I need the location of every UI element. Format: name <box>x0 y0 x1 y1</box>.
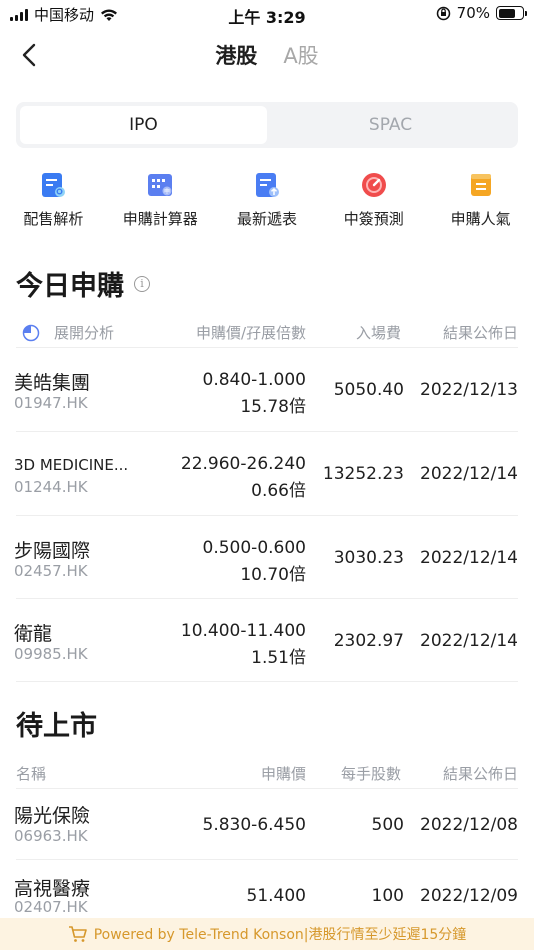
today-row[interactable]: 衛龍 09985.HK 10.400-11.400 1.51倍 2302.97 … <box>0 599 534 682</box>
entry-fee: 13252.23 <box>322 464 404 484</box>
calculator-icon: 申 <box>145 170 175 200</box>
stock-name: 步陽國際 <box>14 540 91 562</box>
result-date: 2022/12/14 <box>420 548 518 568</box>
battery-icon <box>496 6 527 20</box>
nav-bar: 港股 A股 <box>0 32 534 78</box>
lot-size: 100 <box>371 886 404 906</box>
subscription-price: 22.960-26.240 <box>180 454 306 474</box>
segment-spac[interactable]: SPAC <box>267 106 514 144</box>
tool-label: 申購人氣 <box>450 210 511 228</box>
svg-text:申: 申 <box>164 188 170 196</box>
stock-code: 01947.HK <box>14 394 88 412</box>
margin-multiple: 1.51倍 <box>251 648 306 668</box>
rotation-lock-icon <box>436 6 450 20</box>
tool-placement-analysis[interactable]: 配售解析 <box>0 170 107 234</box>
expand-analysis-toggle[interactable]: 展開分析 <box>22 322 114 343</box>
doc-upload-icon <box>252 170 282 200</box>
header-price: 申購價 <box>260 765 306 783</box>
stock-name: 美皓集團 <box>14 372 91 394</box>
tools-row: 配售解析 申 申購計算器 最新遞表 中簽預測 申購人氣 <box>0 170 534 234</box>
subscription-price: 5.830-6.450 <box>202 815 306 835</box>
subscription-price: 51.400 <box>246 886 306 906</box>
stock-code: 01244.HK <box>14 478 88 496</box>
tool-label: 申購計算器 <box>122 210 198 228</box>
header-analysis: 展開分析 <box>54 324 115 342</box>
header-lot-size: 每手股數 <box>340 765 401 783</box>
entry-fee: 3030.23 <box>333 548 404 568</box>
stock-name: 高視醫療 <box>14 878 91 900</box>
upcoming-table-header: 名稱 申購價 每手股數 結果公佈日 <box>0 757 534 787</box>
stock-name: 衛龍 <box>14 623 53 645</box>
stock-code: 02407.HK <box>14 898 88 916</box>
info-icon[interactable]: i <box>134 275 150 292</box>
margin-multiple: 0.66倍 <box>251 481 306 501</box>
popularity-icon <box>466 170 496 200</box>
section-title-text: 待上市 <box>16 711 97 742</box>
result-date: 2022/12/09 <box>420 886 518 906</box>
footer-text: Powered by Tele-Trend Konson|港股行情至少延遲15分… <box>93 927 467 943</box>
today-table-header: 展開分析 申購價/孖展倍數 入場費 結果公佈日 <box>0 316 534 346</box>
result-date: 2022/12/08 <box>420 815 518 835</box>
tool-allotment-prediction[interactable]: 中簽預測 <box>320 170 427 234</box>
result-date: 2022/12/13 <box>420 380 518 400</box>
doc-search-icon <box>38 170 68 200</box>
tab-hk-stocks[interactable]: 港股 <box>215 40 257 70</box>
today-row[interactable]: 步陽國際 02457.HK 0.500-0.600 10.70倍 3030.23… <box>0 516 534 599</box>
header-result-date: 結果公佈日 <box>442 765 518 783</box>
today-row[interactable]: 美皓集團 01947.HK 0.840-1.000 15.78倍 5050.40… <box>0 348 534 431</box>
tool-latest-filings[interactable]: 最新遞表 <box>214 170 321 234</box>
header-fee: 入場費 <box>355 324 401 342</box>
upcoming-row[interactable]: 高視醫療 02407.HK 51.400 100 2022/12/09 <box>0 860 534 918</box>
header-result-date: 結果公佈日 <box>442 324 518 342</box>
data-provider-footer: Powered by Tele-Trend Konson|港股行情至少延遲15分… <box>0 918 534 950</box>
stock-code: 06963.HK <box>14 827 88 845</box>
subscription-price: 0.500-0.600 <box>202 538 306 558</box>
tool-subscription-popularity[interactable]: 申購人氣 <box>427 170 534 234</box>
tool-label: 中簽預測 <box>343 210 404 228</box>
status-bar: 中国移动 上午 3:29 70% <box>0 0 534 28</box>
subscription-price: 0.840-1.000 <box>202 370 306 390</box>
stock-name: 3D MEDICINE... <box>14 456 129 474</box>
tool-subscription-calculator[interactable]: 申 申購計算器 <box>107 170 214 234</box>
section-title-text: 今日申購 <box>16 271 124 302</box>
entry-fee: 2302.97 <box>333 631 404 651</box>
tool-label: 最新遞表 <box>236 210 297 228</box>
tab-a-shares[interactable]: A股 <box>283 40 318 70</box>
stock-code: 09985.HK <box>14 645 88 663</box>
tool-label: 配售解析 <box>23 210 84 228</box>
margin-multiple: 15.78倍 <box>240 397 306 417</box>
upcoming-section-title: 待上市 <box>16 704 97 743</box>
battery-percent: 70% <box>456 4 490 22</box>
lot-size: 500 <box>371 815 404 835</box>
subscription-price: 10.400-11.400 <box>180 621 306 641</box>
divider <box>16 681 518 682</box>
stock-code: 02457.HK <box>14 562 88 580</box>
stock-name: 陽光保險 <box>14 805 91 827</box>
header-price-multiple: 申購價/孖展倍數 <box>195 324 306 342</box>
entry-fee: 5050.40 <box>333 380 404 400</box>
pie-chart-icon <box>22 324 40 341</box>
today-section-title: 今日申購 i <box>16 264 150 303</box>
today-row[interactable]: 3D MEDICINE... 01244.HK 22.960-26.240 0.… <box>0 432 534 515</box>
gauge-icon <box>359 170 389 200</box>
result-date: 2022/12/14 <box>420 464 518 484</box>
segment-ipo[interactable]: IPO <box>20 106 267 144</box>
margin-multiple: 10.70倍 <box>240 565 306 585</box>
header-name: 名稱 <box>16 765 47 783</box>
result-date: 2022/12/14 <box>420 631 518 651</box>
cart-icon <box>68 926 87 942</box>
ipo-spac-segment: IPO SPAC <box>16 102 518 148</box>
upcoming-row[interactable]: 陽光保險 06963.HK 5.830-6.450 500 2022/12/08 <box>0 789 534 859</box>
